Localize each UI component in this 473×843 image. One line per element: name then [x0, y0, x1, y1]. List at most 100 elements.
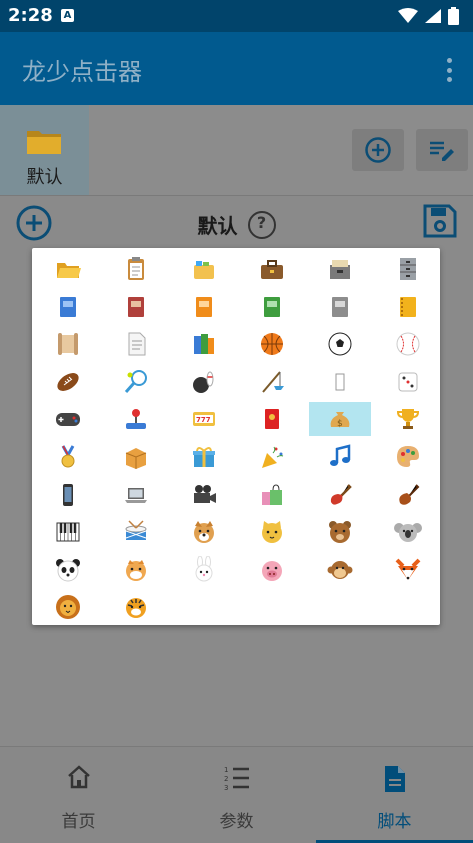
icon-option[interactable] — [37, 478, 99, 512]
icon-option[interactable] — [377, 515, 439, 549]
video-game-icon — [56, 413, 80, 427]
icon-option[interactable] — [377, 365, 439, 399]
icon-option[interactable] — [173, 327, 235, 361]
icon-option[interactable] — [377, 252, 439, 286]
joystick-icon — [126, 409, 146, 430]
icon-option[interactable] — [309, 478, 371, 512]
fishing-pole-icon — [262, 371, 284, 393]
money-bag-icon: $ — [330, 412, 350, 429]
american-football-icon — [57, 372, 79, 391]
icon-option[interactable] — [241, 252, 303, 286]
icon-option[interactable] — [377, 440, 439, 474]
icon-option[interactable] — [37, 440, 99, 474]
icon-option[interactable] — [241, 440, 303, 474]
icon-option[interactable] — [241, 515, 303, 549]
nav-params[interactable]: 1 2 3 参数 — [158, 747, 315, 843]
icon-option[interactable] — [173, 478, 235, 512]
icon-option[interactable] — [37, 515, 99, 549]
icon-option[interactable] — [105, 553, 167, 587]
nav-script[interactable]: 脚本 — [316, 747, 473, 843]
icon-option[interactable] — [241, 290, 303, 324]
overflow-menu-icon[interactable] — [447, 58, 453, 82]
list-numbered-icon: 1 2 3 — [224, 766, 249, 791]
document-icon — [384, 766, 405, 792]
icon-option[interactable] — [37, 290, 99, 324]
bottom-navigation: 首页 1 2 3 参数 脚本 — [0, 746, 473, 843]
icon-option[interactable] — [309, 290, 371, 324]
icon-option[interactable]: 777 — [173, 402, 235, 436]
icon-option[interactable] — [377, 327, 439, 361]
icon-option[interactable] — [37, 365, 99, 399]
sports-medal-icon — [61, 445, 75, 468]
icon-option[interactable] — [105, 590, 167, 624]
icon-option[interactable] — [37, 252, 99, 286]
notebook-decorative-icon — [128, 296, 144, 317]
file-cabinet-icon — [400, 258, 416, 280]
nav-home[interactable]: 首页 — [0, 747, 157, 843]
icon-option[interactable] — [37, 590, 99, 624]
icon-option[interactable] — [309, 365, 371, 399]
header-title: 默认 — [197, 214, 238, 238]
icon-option[interactable] — [37, 402, 99, 436]
icon-option[interactable] — [241, 402, 303, 436]
icon-option[interactable] — [309, 252, 371, 286]
icon-option[interactable] — [37, 553, 99, 587]
signal-icon — [425, 9, 441, 23]
nav-params-label: 参数 — [219, 812, 254, 832]
bowling-icon — [193, 371, 214, 393]
artist-palette-icon — [397, 446, 419, 467]
edit-folder-button[interactable] — [416, 129, 468, 171]
icon-option[interactable] — [105, 440, 167, 474]
status-bar: 2:28 A — [0, 0, 473, 32]
icon-option[interactable] — [241, 327, 303, 361]
red-envelope-icon — [265, 409, 279, 430]
icon-option[interactable] — [105, 252, 167, 286]
clipboard-icon — [128, 257, 144, 280]
icon-option[interactable] — [173, 290, 235, 324]
icon-option[interactable] — [309, 440, 371, 474]
blue-book-icon — [60, 296, 76, 317]
icon-option[interactable] — [173, 515, 235, 549]
card-file-box-icon — [330, 260, 350, 279]
icon-option[interactable] — [241, 365, 303, 399]
icon-option[interactable]: $ — [309, 402, 371, 437]
icon-option[interactable] — [105, 327, 167, 361]
icon-option[interactable] — [377, 402, 439, 436]
icon-option[interactable] — [241, 553, 303, 587]
save-icon[interactable] — [423, 204, 457, 238]
icon-option[interactable] — [105, 402, 167, 436]
icon-option[interactable] — [173, 440, 235, 474]
icon-option[interactable] — [37, 327, 99, 361]
badminton-icon — [124, 369, 147, 393]
violin-icon — [399, 483, 420, 505]
wrapped-gift-icon — [193, 447, 215, 467]
icon-option[interactable] — [173, 252, 235, 286]
battery-icon — [448, 7, 459, 25]
icon-option[interactable] — [173, 365, 235, 399]
icon-option[interactable] — [105, 365, 167, 399]
icon-option[interactable] — [105, 478, 167, 512]
icon-option[interactable] — [105, 290, 167, 324]
icon-option[interactable] — [173, 553, 235, 587]
icon-option[interactable] — [241, 478, 303, 512]
icon-option[interactable] — [309, 515, 371, 549]
edit-list-icon — [430, 141, 454, 161]
icon-option[interactable] — [377, 290, 439, 324]
icon-option[interactable] — [377, 553, 439, 587]
icon-option[interactable] — [105, 515, 167, 549]
folder-tab-default[interactable]: 默认 — [0, 105, 89, 195]
piano-keys-icon — [56, 522, 80, 542]
icon-option[interactable] — [309, 327, 371, 361]
card-index-dividers-icon — [194, 261, 214, 279]
page-facing-up-icon — [128, 332, 146, 356]
icon-option[interactable] — [309, 553, 371, 587]
add-folder-button[interactable] — [352, 129, 404, 171]
ledger-icon — [400, 296, 416, 317]
app-title: 龙少点击器 — [22, 58, 142, 86]
help-icon[interactable]: ? — [247, 210, 276, 239]
hamster-face-icon — [126, 559, 146, 581]
soccer-ball-icon — [328, 332, 352, 356]
koala-icon — [394, 523, 422, 543]
icon-option[interactable] — [377, 478, 439, 512]
unknown-glyph-icon — [335, 373, 345, 391]
